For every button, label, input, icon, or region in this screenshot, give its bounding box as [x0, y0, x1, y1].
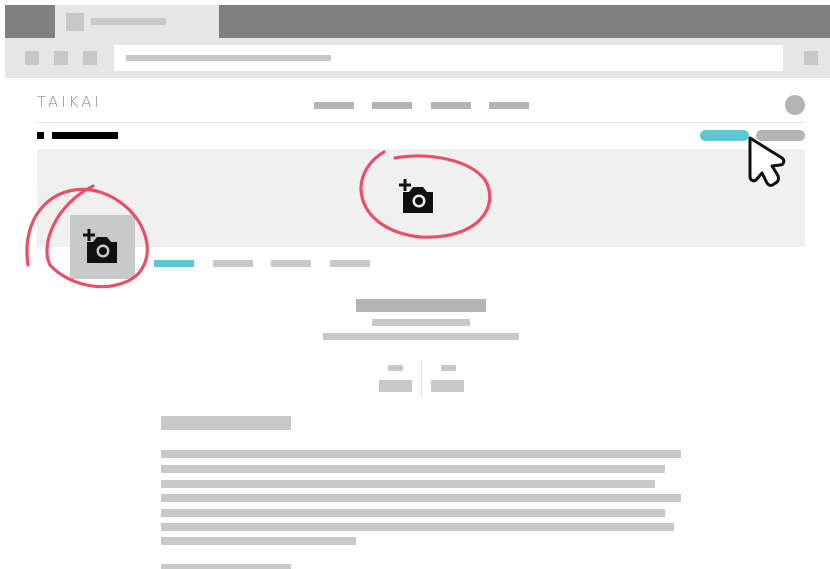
add-photo-icon[interactable] — [397, 179, 437, 213]
browser-tab[interactable] — [55, 5, 219, 38]
tab-title-placeholder — [91, 18, 166, 25]
browser-window: TAIKAI — [5, 5, 830, 569]
body-text-line — [161, 465, 665, 473]
body-text-line — [161, 494, 681, 502]
profile-tab-3[interactable] — [271, 260, 311, 267]
profile-avatar-upload[interactable] — [70, 215, 135, 279]
body-text-line — [161, 509, 665, 517]
stats-divider — [421, 360, 422, 397]
cover-image-area[interactable] — [37, 149, 805, 247]
profile-tab-4[interactable] — [330, 260, 370, 267]
breadcrumb-title[interactable] — [52, 132, 118, 139]
body-text-line — [161, 450, 681, 458]
stat-value-2 — [431, 380, 464, 392]
stat-label-2 — [441, 365, 456, 371]
section-heading-placeholder — [161, 416, 291, 430]
profile-name-placeholder — [356, 299, 486, 312]
stat-label-1 — [388, 365, 403, 371]
breadcrumb-icon — [37, 132, 44, 139]
body-text-line — [161, 537, 356, 545]
user-avatar[interactable] — [785, 95, 805, 115]
add-photo-icon[interactable] — [81, 229, 121, 263]
body-text-line — [161, 523, 674, 531]
section-heading-placeholder — [161, 564, 291, 569]
browser-title-bar — [5, 5, 830, 38]
taikai-logo[interactable]: TAIKAI — [37, 93, 102, 111]
secondary-action-button[interactable] — [756, 130, 805, 141]
profile-tab-2[interactable] — [213, 260, 253, 267]
primary-action-button[interactable] — [700, 130, 749, 141]
browser-menu-button[interactable] — [804, 51, 818, 65]
profile-tab-1[interactable] — [154, 260, 194, 267]
nav-link-3[interactable] — [431, 102, 471, 109]
back-button[interactable] — [25, 51, 39, 65]
url-placeholder — [126, 55, 331, 61]
browser-toolbar — [5, 38, 830, 78]
reload-button[interactable] — [83, 51, 97, 65]
header-divider — [37, 122, 805, 123]
page-content: TAIKAI — [5, 78, 830, 569]
forward-button[interactable] — [54, 51, 68, 65]
profile-subtitle-placeholder — [372, 319, 470, 326]
address-bar[interactable] — [114, 45, 783, 71]
nav-link-2[interactable] — [372, 102, 412, 109]
nav-link-4[interactable] — [489, 102, 529, 109]
body-text-line — [161, 480, 655, 488]
profile-description-placeholder — [323, 333, 519, 340]
nav-link-1[interactable] — [314, 102, 354, 109]
tab-favicon-icon — [66, 13, 84, 31]
stat-value-1 — [379, 380, 412, 392]
